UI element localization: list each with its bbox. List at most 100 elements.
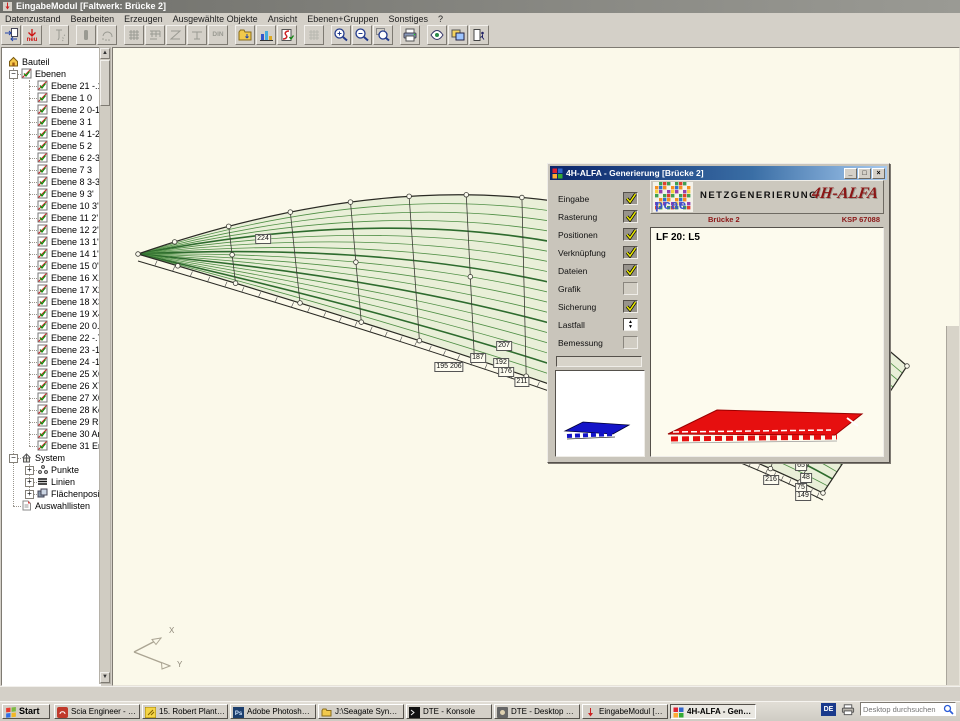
menu-item-ansicht[interactable]: Ansicht [263, 13, 303, 25]
taskbar-button-folder[interactable]: J:\Seagate Sync\SyncRe... [318, 704, 404, 719]
tree-expand-icon[interactable]: − [9, 454, 18, 463]
tree-item[interactable]: Ebene 9 3' [2, 188, 98, 200]
tree-item[interactable]: Ebene 5 2 [2, 140, 98, 152]
tree-expand-icon[interactable]: + [25, 490, 34, 499]
dialog-titlebar[interactable]: 4H-ALFA - Generierung [Brücke 2] _ □ × [550, 166, 887, 180]
tree-item[interactable]: Ebene 29 Randk [2, 416, 98, 428]
tree-item[interactable]: Ebene 10 3'-2' [2, 200, 98, 212]
checkbox-empty[interactable] [623, 336, 638, 349]
check-book-icon[interactable] [277, 25, 297, 45]
checkbox-checked[interactable] [623, 192, 638, 205]
tree-item[interactable]: Ebene 28 Konsol [2, 404, 98, 416]
tree-item[interactable]: Ebene 23 -1.02 [2, 344, 98, 356]
tree-item[interactable]: −Ebenen [2, 68, 98, 80]
checkbox-checked[interactable] [623, 264, 638, 277]
desktop-search[interactable] [860, 702, 956, 716]
scroll-up-icon[interactable]: ▲ [100, 48, 110, 59]
tree-item[interactable]: Ebene 3 1 [2, 116, 98, 128]
window-layout-icon[interactable] [448, 25, 468, 45]
checkbox-checked[interactable] [623, 210, 638, 223]
view-settings-icon[interactable] [427, 25, 447, 45]
export-icon[interactable] [1, 25, 21, 45]
tree-item[interactable]: Ebene 7 3 [2, 164, 98, 176]
exit-icon[interactable] [469, 25, 489, 45]
main-titlebar[interactable]: EingabeModul [Faltwerk: Brücke 2] [0, 0, 960, 13]
taskbar-button-scia[interactable]: Scia Engineer - [HAus17-... [54, 704, 140, 719]
menu-item-bearbeiten[interactable]: Bearbeiten [66, 13, 120, 25]
checkbox-checked[interactable] [623, 246, 638, 259]
tree-scrollbar[interactable]: ▲ ▼ [99, 47, 111, 684]
tree-item[interactable]: +Punkte [2, 464, 98, 476]
tree-item[interactable]: Ebene 15 0' [2, 260, 98, 272]
generate-icon[interactable] [256, 25, 276, 45]
checkbox-checked[interactable] [623, 228, 638, 241]
tree-item[interactable]: Auswahllisten [2, 500, 98, 512]
tree-item[interactable]: Ebene 11 2' [2, 212, 98, 224]
menu-item-sonstiges[interactable]: Sonstiges [384, 13, 434, 25]
canvas-scroll-strip[interactable] [946, 326, 959, 685]
menu-item-datenzustand[interactable]: Datenzustand [0, 13, 66, 25]
generation-dialog[interactable]: 4H-ALFA - Generierung [Brücke 2] _ □ × E… [547, 163, 890, 463]
tree-item[interactable]: Ebene 2 0-1 [2, 104, 98, 116]
tree-item[interactable]: Ebene 8 3-3' [2, 176, 98, 188]
menu-item-help[interactable]: ? [433, 13, 448, 25]
support-icon[interactable] [187, 25, 207, 45]
tree-item[interactable]: Ebene 13 1' [2, 236, 98, 248]
folder-icon[interactable] [235, 25, 255, 45]
tree-expand-icon[interactable]: + [25, 466, 34, 475]
menu-item-erzeugen[interactable]: Erzeugen [119, 13, 168, 25]
menu-item-ausgewählte-objekte[interactable]: Ausgewählte Objekte [168, 13, 263, 25]
start-button[interactable]: Start [2, 704, 50, 719]
component-tree[interactable]: Bauteil−EbenenEbene 21 -.14Ebene 1 0Eben… [1, 47, 101, 686]
loadcase-spinner[interactable]: ▲▼ [623, 318, 638, 331]
tree-item[interactable]: Ebene 12 2'-1' [2, 224, 98, 236]
tree-item[interactable]: Ebene 20 0.0 [2, 320, 98, 332]
maximize-button[interactable]: □ [858, 168, 871, 179]
scrollbar-thumb[interactable] [100, 60, 110, 106]
grid-dim-icon[interactable] [145, 25, 165, 45]
tree-item[interactable]: Ebene 27 X0 [2, 392, 98, 404]
tree-item[interactable]: Ebene 17 X2 [2, 284, 98, 296]
tree-item[interactable]: Ebene 18 X3 [2, 296, 98, 308]
tree-item[interactable]: Ebene 4 1-2 [2, 128, 98, 140]
keyboard-language-indicator[interactable]: DE [821, 703, 836, 716]
tree-item[interactable]: Ebene 22 -.76 [2, 332, 98, 344]
mesh-icon[interactable] [304, 25, 324, 45]
menu-item-ebenen-gruppen[interactable]: Ebenen+Gruppen [302, 13, 383, 25]
zoom-in-icon[interactable] [331, 25, 351, 45]
search-input[interactable] [863, 704, 941, 714]
tree-item[interactable]: −System [2, 452, 98, 464]
tree-expand-icon[interactable]: + [25, 478, 34, 487]
rotate-icon[interactable] [97, 25, 117, 45]
zoom-window-icon[interactable] [373, 25, 393, 45]
column-icon[interactable] [76, 25, 96, 45]
tree-item[interactable]: Ebene 26 X7 [2, 380, 98, 392]
taskbar-button-dte[interactable]: DTE - Desktop Engineeri... [494, 704, 580, 719]
taskbar-button-alfa[interactable]: 4H-ALFA - Generierun... [670, 704, 756, 719]
tree-item[interactable]: Ebene 19 X4 [2, 308, 98, 320]
pin-icon[interactable] [49, 25, 69, 45]
taskbar-button-pin[interactable]: EingabeModul [Faltwerk:... [582, 704, 668, 719]
taskbar-button-media[interactable]: 15. Robert Plant - Like I'... [142, 704, 228, 719]
slope-icon[interactable] [166, 25, 186, 45]
tree-item[interactable]: Ebene 1 0 [2, 92, 98, 104]
tree-item[interactable]: Bauteil [2, 56, 98, 68]
scroll-down-icon[interactable]: ▼ [100, 672, 110, 683]
tree-item[interactable]: Ebene 16 X1 [2, 272, 98, 284]
new-icon[interactable]: neu [22, 25, 42, 45]
tree-item[interactable]: Ebene 25 X6 [2, 368, 98, 380]
zoom-out-icon[interactable] [352, 25, 372, 45]
tree-item[interactable]: Ebene 6 2-3 [2, 152, 98, 164]
checkbox-empty[interactable] [623, 282, 638, 295]
tree-item[interactable]: Ebene 14 1'-0' [2, 248, 98, 260]
tree-item[interactable]: +Linien [2, 476, 98, 488]
close-button[interactable]: × [872, 168, 885, 179]
taskbar-button-photoshop[interactable]: PsAdobe Photoshop CS3 E... [230, 704, 316, 719]
tree-item[interactable]: Ebene 21 -.14 [2, 80, 98, 92]
tree-item[interactable]: Ebene 30 Anfan [2, 428, 98, 440]
tree-expand-icon[interactable]: − [9, 70, 18, 79]
taskbar-button-console[interactable]: DTE - Konsole [406, 704, 492, 719]
minimize-button[interactable]: _ [844, 168, 857, 179]
tree-item[interactable]: Ebene 31 Ende [2, 440, 98, 452]
printer-tray-icon[interactable] [840, 702, 856, 717]
